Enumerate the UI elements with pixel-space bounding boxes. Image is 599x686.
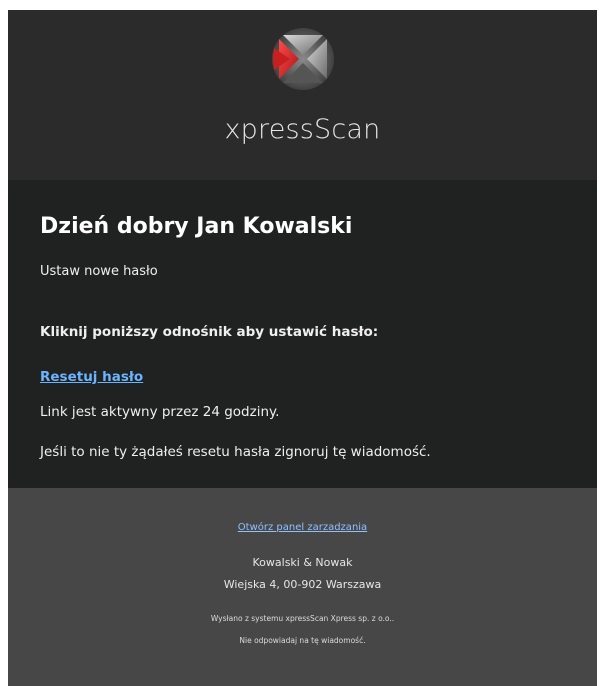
company-address: Wiejska 4, 00-902 Warszawa: [223, 578, 382, 591]
link-validity-text: Link jest aktywny przez 24 godziny.: [40, 404, 280, 420]
ignore-note-text: Jeśli to nie ty żądałeś resetu hasła zig…: [40, 444, 431, 460]
sent-from-text: Wysłano z systemu xpressScan Xpress sp. …: [210, 614, 395, 623]
subtitle-text: Ustaw nowe hasło: [40, 264, 158, 279]
greeting-heading: Dzień dobry Jan Kowalski: [40, 214, 353, 239]
brand-name: xpressScan: [224, 114, 381, 145]
instruction-text: Kliknij poniższy odnośnik aby ustawić ha…: [40, 324, 379, 340]
email-body: Dzień dobry Jan Kowalski Ustaw nowe hasł…: [8, 180, 597, 488]
email-message: xpressScan Dzień dobry Jan Kowalski Usta…: [8, 10, 597, 686]
open-panel-link[interactable]: Otwórz panel zarzadzania: [8, 522, 597, 533]
email-header: xpressScan: [8, 10, 597, 180]
email-footer: Otwórz panel zarzadzania Kowalski & Nowa…: [8, 488, 597, 686]
company-name: Kowalski & Nowak: [252, 556, 353, 569]
reset-password-link[interactable]: Resetuj hasło: [40, 369, 143, 385]
no-reply-text: Nie odpowiadaj na tę wiadomość.: [239, 636, 366, 645]
xpressscan-logo-icon: [272, 28, 334, 90]
